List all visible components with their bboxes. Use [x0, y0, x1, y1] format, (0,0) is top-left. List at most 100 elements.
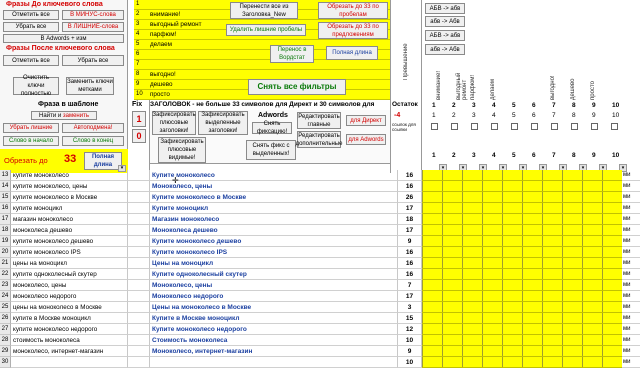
column-checkbox-icon[interactable] [591, 123, 598, 130]
for-adwords-button[interactable]: для Adwords [346, 134, 386, 145]
fix-cell[interactable] [128, 269, 150, 280]
keyword-cell[interactable]: купите моноколесо [11, 170, 128, 181]
row-number[interactable]: 28 [0, 335, 11, 346]
row-number[interactable]: 21 [0, 258, 11, 269]
remove-all-after-button[interactable]: Убрать все [62, 55, 124, 66]
row-number[interactable]: 15 [0, 192, 11, 203]
column-checkbox-icon[interactable] [531, 123, 538, 130]
word-end-button[interactable]: Слово в конец [62, 136, 124, 146]
column-checkbox-icon[interactable] [511, 123, 518, 130]
checkbox-grid[interactable] [422, 313, 622, 324]
column-checkbox-icon[interactable] [611, 123, 618, 130]
ad-title-cell[interactable]: Купите моноколесо IPS [150, 247, 398, 258]
checkbox-grid[interactable] [422, 335, 622, 346]
keyword-cell[interactable]: купите моноколесо, цены [11, 181, 128, 192]
fix-highlighted-button[interactable]: Зафиксировать выделенные заголовки! [198, 111, 248, 135]
ad-title-cell[interactable]: Купите моноцикл [150, 203, 398, 214]
row-number[interactable]: 22 [0, 269, 11, 280]
case-button-4[interactable]: абв -> Абв [425, 44, 465, 55]
checkbox-grid[interactable] [422, 302, 622, 313]
checkbox-grid[interactable] [422, 214, 622, 225]
keyword-cell[interactable]: купите одноколесный скутер [11, 269, 128, 280]
top-row-text[interactable]: выгодный ремонт [150, 21, 202, 28]
keyword-cell[interactable]: моноколеса дешево [11, 225, 128, 236]
top-row-text[interactable]: делаем [150, 41, 172, 48]
row-number[interactable]: 25 [0, 302, 11, 313]
checkbox-grid[interactable] [422, 324, 622, 335]
ad-title-cell[interactable]: Купите в Москве моноцикл [150, 313, 398, 324]
keyword-cell[interactable]: моноколесо, цены [11, 280, 128, 291]
fix-plus-button[interactable]: Зафиксировать плюсовые заголовки! [152, 111, 196, 135]
column-checkbox-icon[interactable] [551, 123, 558, 130]
keyword-cell[interactable]: цены на моноцикл [11, 258, 128, 269]
fix-cell[interactable] [128, 170, 150, 181]
keyword-cell[interactable]: купите моноколесо недорого [11, 324, 128, 335]
fix-cell[interactable] [128, 357, 150, 368]
fix-cell[interactable] [128, 335, 150, 346]
fix-cell[interactable] [128, 247, 150, 258]
fix-cell[interactable] [128, 346, 150, 357]
fix-cell[interactable] [128, 236, 150, 247]
row-number[interactable]: 13 [0, 170, 11, 181]
fix-cell[interactable] [128, 214, 150, 225]
row-number[interactable]: 26 [0, 313, 11, 324]
row-number[interactable]: 23 [0, 280, 11, 291]
checkbox-grid[interactable] [422, 236, 622, 247]
row-number[interactable]: 30 [0, 357, 11, 368]
top-row-text[interactable]: дешево [150, 81, 173, 88]
row-number[interactable]: 19 [0, 236, 11, 247]
ad-title-cell[interactable]: Магазин моноколесо [150, 214, 398, 225]
checkbox-grid[interactable] [422, 258, 622, 269]
case-button-3[interactable]: АБВ -> абв [425, 30, 465, 41]
fix-unselected-button[interactable]: Снять фикс с выделенных! [246, 140, 296, 160]
checkbox-grid[interactable] [422, 346, 622, 357]
find-replace-button[interactable]: Найти и заменить [31, 111, 97, 120]
move-wordstat-button[interactable]: Перенос в Вордстат [270, 45, 314, 63]
minus-words-button[interactable]: В МИНУС-слова [62, 10, 124, 20]
keyword-cell[interactable]: купите моноцикл [11, 203, 128, 214]
keyword-cell[interactable]: магазин моноколесо [11, 214, 128, 225]
ad-title-cell[interactable]: Моноколеса дешево [150, 225, 398, 236]
top-row-text[interactable]: просто [150, 91, 170, 98]
row-number[interactable]: 17 [0, 214, 11, 225]
column-checkbox-icon[interactable] [451, 123, 458, 130]
fix-cell[interactable] [128, 192, 150, 203]
keyword-cell[interactable]: стоимость моноколеса [11, 335, 128, 346]
ad-title-cell[interactable]: Моноколесо, интернет-магазин [150, 346, 398, 357]
checkbox-grid[interactable] [422, 291, 622, 302]
fix-cell[interactable] [128, 258, 150, 269]
keyword-cell[interactable] [11, 357, 128, 368]
case-button-2[interactable]: абв -> Абв [425, 16, 465, 27]
checkbox-grid[interactable] [422, 192, 622, 203]
keyword-cell[interactable]: купите моноколесо в Москве [11, 192, 128, 203]
autoreplace-button[interactable]: Автоподмена! [62, 123, 124, 133]
top-row-text[interactable]: выгодно! [150, 71, 176, 78]
column-checkbox-icon[interactable] [491, 123, 498, 130]
keyword-cell[interactable]: цены на моноколесо в Москве [11, 302, 128, 313]
mark-all-after-button[interactable]: Отметить все [3, 55, 59, 66]
keyword-cell[interactable]: купите моноколесо IPS [11, 247, 128, 258]
unfix-button[interactable]: Снять фиксацию! [252, 121, 292, 135]
ad-title-cell[interactable]: Стоимость моноколеса [150, 335, 398, 346]
extra-words-button[interactable]: В ЛИШНИЕ-слова [62, 22, 124, 32]
fix-cell[interactable] [128, 280, 150, 291]
column-checkbox-icon[interactable] [431, 123, 438, 130]
adwords-change-button[interactable]: В Adwords + изм [3, 34, 124, 43]
row-number[interactable]: 14 [0, 181, 11, 192]
checkbox-grid[interactable] [422, 203, 622, 214]
fix-cell[interactable] [128, 302, 150, 313]
keyword-cell[interactable]: купите в Москве моноцикл [11, 313, 128, 324]
edit-extra-button[interactable]: Редактировать дополнительные [296, 131, 342, 148]
fix-cell[interactable] [128, 291, 150, 302]
checkbox-grid[interactable] [422, 280, 622, 291]
fix-cell[interactable] [128, 324, 150, 335]
column-checkbox-icon[interactable] [571, 123, 578, 130]
ad-title-cell[interactable]: Купите моноколесо в Москве [150, 192, 398, 203]
keyword-cell[interactable]: купите моноколесо дешево [11, 236, 128, 247]
ad-title-cell[interactable] [150, 357, 398, 368]
row-number[interactable]: 29 [0, 346, 11, 357]
checkbox-grid[interactable] [422, 225, 622, 236]
ad-title-cell[interactable]: Цены на моноколесо в Москве [150, 302, 398, 313]
checkbox-grid[interactable] [422, 170, 622, 181]
column-checkbox-icon[interactable] [471, 123, 478, 130]
